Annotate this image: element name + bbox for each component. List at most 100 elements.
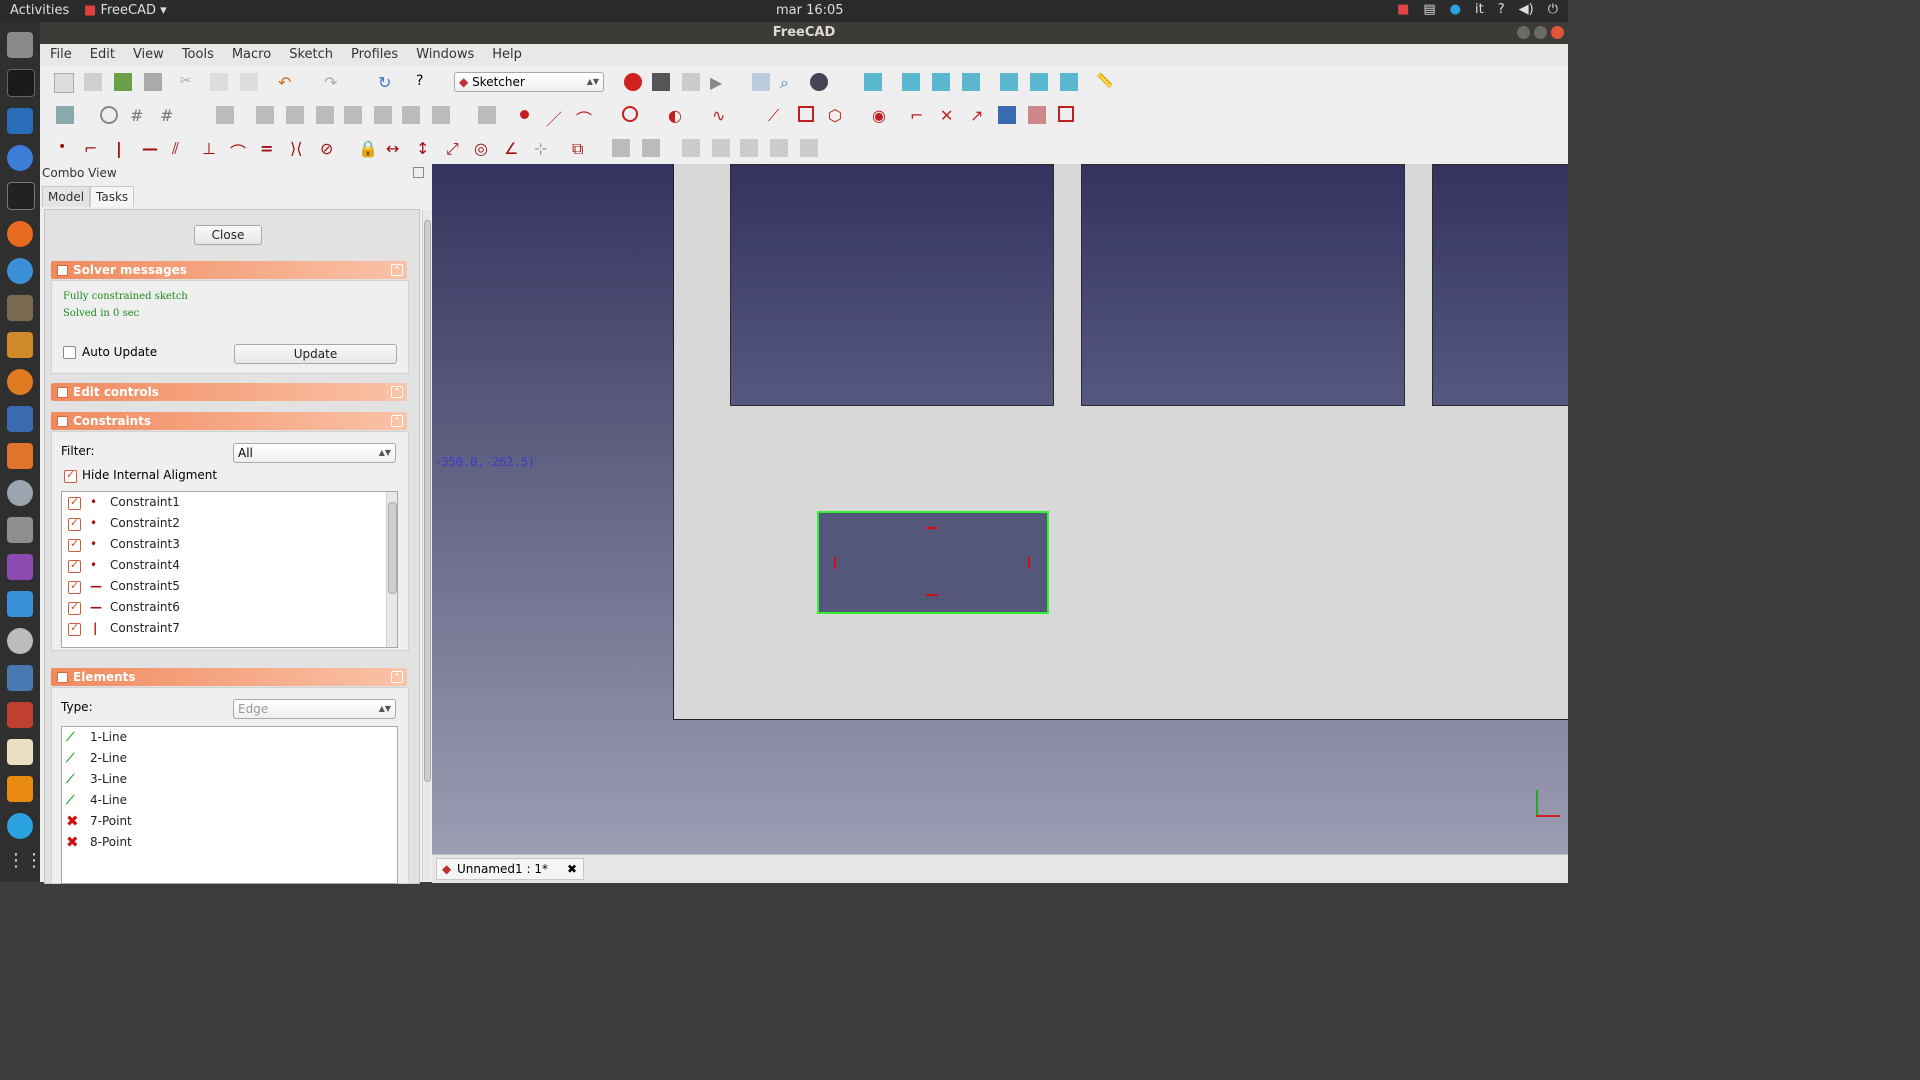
collapse-icon[interactable]: ^ [391,671,403,683]
list-item[interactable]: • Constraint2 [62,513,387,534]
menu-sketch[interactable]: Sketch [279,44,341,66]
toggle-driving-icon[interactable]: ⧉ [572,139,590,158]
geometry-tool-icon[interactable] [216,106,234,124]
fillet-tool-icon[interactable]: ⌐ [910,106,928,125]
save-icon[interactable] [114,73,132,91]
chromium-app-icon[interactable] [7,145,33,171]
workbench-selector[interactable]: ◆ Sketcher ▲▼ [454,72,604,92]
close-shape-icon[interactable] [712,139,730,157]
measure-icon[interactable]: 📏 [1096,73,1114,91]
collapse-icon[interactable]: ^ [391,264,403,276]
constraint-checkbox[interactable] [68,516,81,531]
tab-model[interactable]: Model [42,186,91,207]
extend-tool-icon[interactable]: ↗ [970,106,988,125]
copy-icon[interactable] [210,73,228,91]
construction-mode-icon[interactable] [1058,106,1074,122]
connect-edges-icon[interactable] [740,139,758,157]
files-app-icon[interactable] [7,32,33,58]
view-front-icon[interactable] [902,73,920,91]
constrain-tangent-icon[interactable]: ⌒ [230,139,248,162]
thunderbird-app-icon[interactable] [7,258,33,284]
list-item[interactable]: • Constraint4 [62,555,387,576]
constrain-equal-icon[interactable]: = [260,139,278,158]
type-select[interactable]: Edge ▲▼ [233,699,396,719]
reorient-sketch-icon[interactable] [800,139,818,157]
mirror-sketch-icon[interactable] [682,139,700,157]
list-item[interactable]: ⟋ 4-Line [62,790,397,811]
eye-app-icon[interactable] [7,628,33,654]
point-tool-icon[interactable] [520,110,529,119]
power-icon[interactable]: ⏻ [1548,2,1558,17]
writer-app-icon[interactable] [7,108,33,134]
hide-internal-checkbox[interactable] [64,468,77,483]
view-bottom-icon[interactable] [1030,73,1048,91]
minimize-button[interactable] [1517,26,1530,39]
filter-select[interactable]: All ▲▼ [233,443,396,463]
constrain-horizontal-distance-icon[interactable]: ↔ [386,139,404,158]
new-file-icon[interactable] [54,73,74,93]
impress-app-icon[interactable] [7,406,33,432]
external-geometry-icon[interactable] [998,106,1016,124]
3d-viewport[interactable]: -350.0,-262.5) [432,164,1568,854]
activities-button[interactable]: Activities [10,3,69,18]
settings-app-icon[interactable] [7,480,33,506]
constraint-checkbox[interactable] [68,621,81,636]
software-center-icon[interactable] [7,443,33,469]
language-indicator[interactable]: it [1475,2,1484,17]
constraints-header[interactable]: Constraints ^ [51,412,407,430]
auto-update-checkbox[interactable] [63,346,76,359]
carbon-copy-icon[interactable] [1028,106,1046,124]
close-button[interactable]: Close [194,225,262,245]
help-icon[interactable]: ? [1498,2,1505,17]
constrain-radius-icon[interactable]: ◎ [474,139,492,158]
open-file-icon[interactable] [84,73,102,91]
constraint-checkbox[interactable] [68,579,81,594]
undock-icon[interactable] [413,167,424,178]
close-window-button[interactable] [1551,26,1564,39]
validate-sketch-icon[interactable] [612,139,630,157]
constrain-vertical-icon[interactable]: | [116,139,134,158]
menu-macro[interactable]: Macro [222,44,279,66]
solver-messages-header[interactable]: Solver messages ^ [51,261,407,279]
constrain-perpendicular-icon[interactable]: ⊥ [202,139,220,158]
list-item[interactable]: — Constraint6 [62,597,387,618]
constraint-checkbox[interactable] [68,558,81,573]
menu-view[interactable]: View [123,44,172,66]
clock[interactable]: mar 16:05 [776,3,844,18]
section-view-icon[interactable] [100,106,118,124]
firefox-app-icon[interactable] [7,221,33,247]
scrollbar-thumb[interactable] [424,220,431,782]
camera-app-icon[interactable] [7,517,33,543]
constrain-angle-icon[interactable]: ∠ [504,139,522,158]
maximize-button[interactable] [1534,26,1547,39]
elements-header[interactable]: Elements ^ [51,668,407,686]
select-vertical-axis-icon[interactable] [344,106,362,124]
bspline-tool-icon[interactable]: ∿ [712,106,730,125]
list-item[interactable]: ✖ 7-Point [62,811,397,832]
vlc-app-icon[interactable] [7,776,33,802]
constrain-coincident-icon[interactable]: • [58,139,76,157]
collapse-icon[interactable]: ^ [391,415,403,427]
view-top-icon[interactable] [932,73,950,91]
constrain-distance-icon[interactable]: ⤢ [446,139,464,158]
constrain-horizontal-icon[interactable]: — [142,139,160,158]
constrain-parallel-icon[interactable]: ⫽ [172,139,190,158]
constraint-checkbox[interactable] [68,495,81,510]
select-conflicting-icon[interactable] [402,106,420,124]
redo-icon[interactable]: ↷ [324,73,342,92]
list-item[interactable]: ⟋ 2-Line [62,748,397,769]
view-right-icon[interactable] [962,73,980,91]
list-item[interactable]: ✖ 8-Point [62,832,397,853]
constrain-symmetric-icon[interactable]: ⟩⟨ [290,139,308,158]
menu-help[interactable]: Help [482,44,530,66]
constrain-point-on-object-icon[interactable]: ⌐ [84,139,102,158]
show-hide-internal-icon[interactable] [432,106,450,124]
refresh-icon[interactable]: ↻ [378,73,396,92]
menu-profiles[interactable]: Profiles [341,44,406,66]
freecad-launcher-icon[interactable] [7,702,33,728]
grid-icon[interactable]: # [130,106,148,125]
scrollbar-thumb[interactable] [388,502,397,594]
task-panel-scrollbar[interactable] [422,210,431,881]
list-item[interactable]: • Constraint3 [62,534,387,555]
blender-app-icon[interactable] [7,369,33,395]
